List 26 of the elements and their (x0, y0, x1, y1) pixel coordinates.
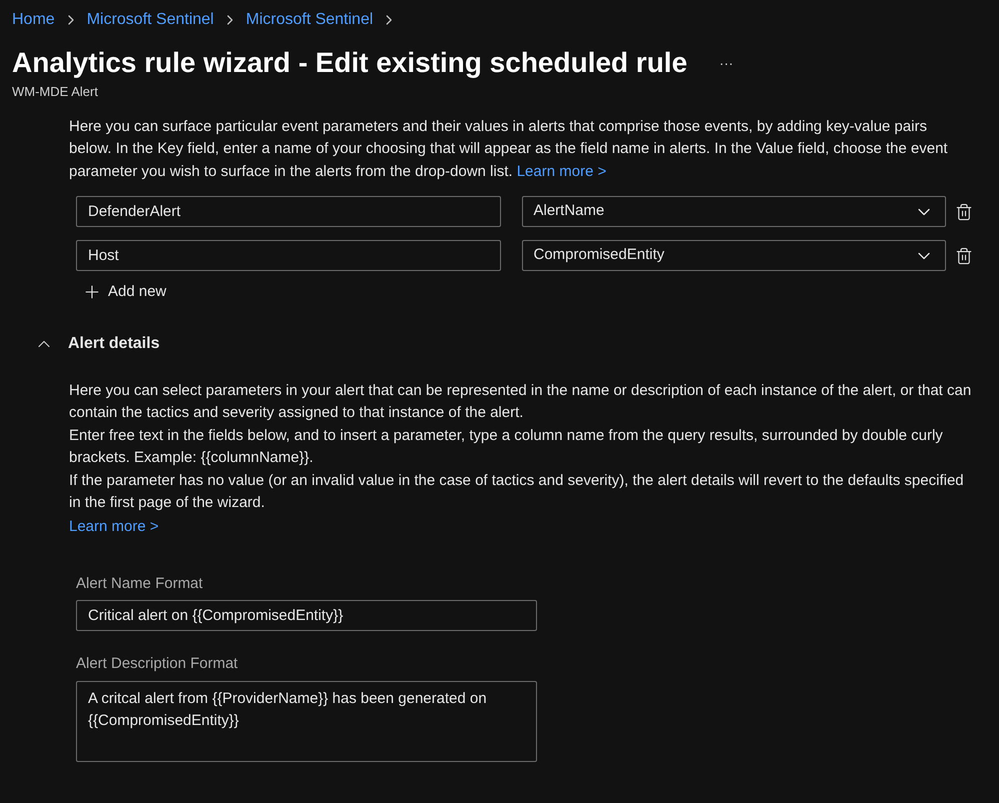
more-button[interactable]: ··· (715, 52, 738, 74)
learn-more-link[interactable]: Learn more > (516, 162, 606, 180)
description-text: If the parameter has no value (or an invalid value in the case of tactics and severity), the alert details will revert to the defaults specified in the first page of the wizard. (69, 470, 965, 513)
breadcrumb-link[interactable]: Microsoft Sentinel (86, 8, 214, 32)
name-format-field[interactable]: Critical alert on {{CompromisedEntity}} (76, 600, 537, 631)
page-subtitle: WM-MDE Alert (12, 83, 99, 101)
key-field[interactable]: DefenderAlert (76, 196, 500, 227)
delete-button[interactable] (955, 202, 973, 220)
learn-more-link[interactable]: Learn more > (69, 518, 159, 534)
trash-icon (955, 202, 973, 220)
trash-icon (955, 246, 973, 264)
page-title: Analytics rule wizard - Edit existing scheduled rule (12, 46, 688, 80)
description-text: Here you can surface particular event parameters and their values in alerts that comprise those events, by adding key-value pairs below. In the Key field, enter a name of your choosing that will appear as the field name in alerts. In the Value field, choose the event parameter you wish to surface in the alerts from the drop-down list. Learn more > (69, 116, 949, 182)
field-label: Alert Name Format (76, 574, 204, 594)
description-text: Enter free text in the fields below, and to insert a parameter, type a column name from the query results, surrounded by double curly brackets. Example: {{columnName}}. (69, 426, 944, 468)
section-title: Alert details (68, 334, 160, 354)
field-label: Alert Description Format (76, 654, 239, 674)
value-dropdown[interactable]: CompromisedEntity (522, 240, 946, 271)
add-new-button[interactable]: Add new (82, 281, 166, 304)
value-dropdown[interactable]: AlertName (522, 196, 946, 227)
breadcrumb-link[interactable]: Home (12, 8, 55, 32)
key-field[interactable]: Host (76, 240, 500, 271)
delete-button[interactable] (955, 246, 973, 264)
description-text: Here you can select parameters in your alert that can be represented in the name or description of each instance of the alert, or that can contain the tactics and severity assigned to that instance of the alert. (69, 380, 972, 423)
description-format-field[interactable]: A critcal alert from {{ProviderName}} has been generated on {{CompromisedEntity}} (76, 680, 537, 762)
breadcrumb-link[interactable]: Microsoft Sentinel (246, 8, 374, 32)
